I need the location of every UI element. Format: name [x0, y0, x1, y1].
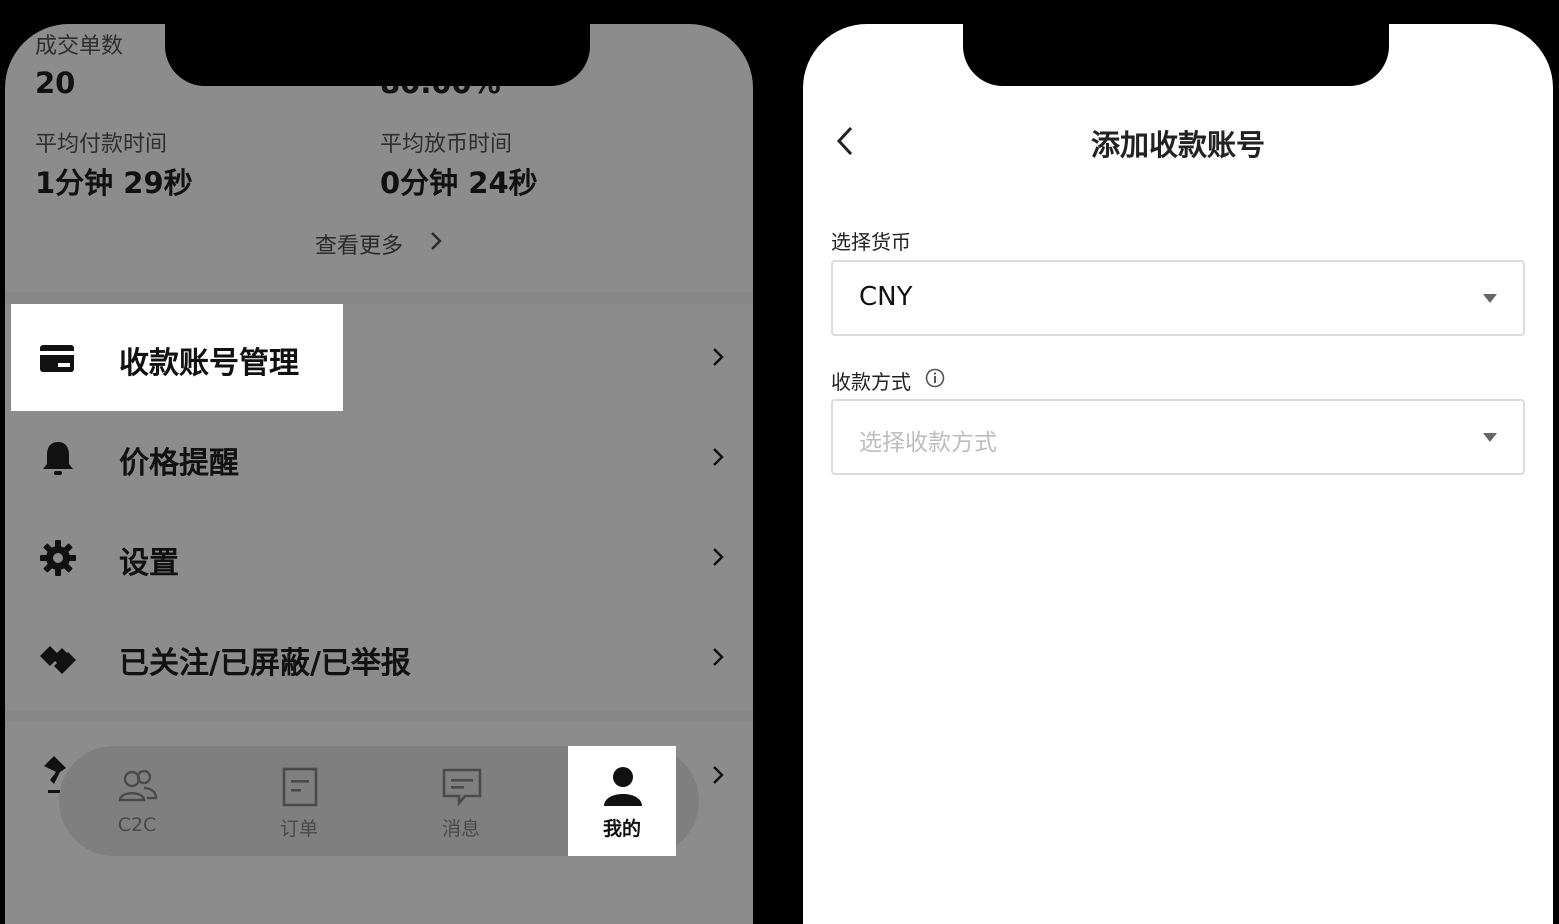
orders-count-label: 成交单数	[35, 34, 124, 59]
tab-orders[interactable]: 订单	[245, 746, 353, 856]
phone-notch	[963, 24, 1389, 86]
chevron-right-icon	[713, 766, 724, 784]
chevron-right-icon	[713, 448, 724, 466]
payment-method-label: 收款方式	[831, 370, 911, 394]
document-icon	[282, 767, 318, 807]
phone-notch	[165, 24, 590, 86]
tab-messages[interactable]: 消息	[407, 746, 515, 856]
avg-release-time-value: 0分钟 24秒	[380, 166, 538, 200]
menu-item-price-alert[interactable]: 价格提醒	[5, 408, 753, 508]
orders-count-value: 20	[35, 66, 76, 100]
caret-down-icon	[1483, 294, 1497, 303]
person-icon	[604, 767, 642, 806]
left-phone-screen: 成交单数 20 80.00% 平均付款时间 1分钟 29秒 平均放币时间 0分钟…	[5, 24, 753, 924]
tab-profile[interactable]: 我的	[568, 746, 676, 856]
chevron-right-icon	[713, 348, 724, 366]
chevron-right-icon	[713, 648, 724, 666]
tab-label: 我的	[602, 818, 641, 840]
chat-icon	[442, 768, 482, 807]
payment-method-placeholder: 选择收款方式	[859, 430, 997, 456]
users-icon	[118, 769, 158, 802]
menu-item-label: 设置	[119, 546, 179, 581]
chevron-right-icon	[713, 548, 724, 566]
menu-item-label: 收款账号管理	[119, 346, 299, 381]
section-divider	[5, 292, 753, 304]
bell-icon	[43, 442, 73, 475]
chevron-right-icon	[431, 232, 442, 250]
tab-c2c[interactable]: C2C	[83, 746, 191, 856]
avg-pay-time-value: 1分钟 29秒	[35, 166, 193, 200]
menu-item-label: 价格提醒	[119, 446, 239, 481]
tab-label: 订单	[279, 818, 318, 840]
currency-select[interactable]: CNY	[831, 260, 1525, 336]
card-icon	[40, 345, 74, 372]
currency-value: CNY	[859, 282, 913, 312]
info-icon[interactable]	[925, 368, 945, 388]
menu-item-payment-accounts[interactable]: 收款账号管理	[5, 308, 753, 408]
tab-label: 消息	[441, 818, 480, 840]
bottom-tab-bar: C2C 订单 消息 我的	[59, 746, 699, 856]
caret-down-icon	[1483, 433, 1497, 442]
section-divider	[5, 710, 753, 722]
currency-label: 选择货币	[831, 230, 911, 254]
view-more-link[interactable]: 查看更多	[315, 228, 403, 260]
menu-item-settings[interactable]: 设置	[5, 508, 753, 608]
payment-method-select[interactable]: 选择收款方式	[831, 399, 1525, 475]
menu-item-followed-blocked-reported[interactable]: 已关注/已屏蔽/已举报	[5, 608, 753, 708]
right-phone-screen: 添加收款账号 选择货币 CNY 收款方式 选择收款方式	[803, 24, 1553, 924]
page-title: 添加收款账号	[1090, 128, 1265, 162]
tag-icon	[40, 646, 76, 674]
menu-item-label: 已关注/已屏蔽/已举报	[119, 646, 411, 681]
avg-pay-time-label: 平均付款时间	[35, 132, 168, 157]
avg-release-time-label: 平均放币时间	[380, 132, 513, 157]
tab-label: C2C	[117, 814, 157, 836]
gear-icon	[40, 540, 76, 576]
